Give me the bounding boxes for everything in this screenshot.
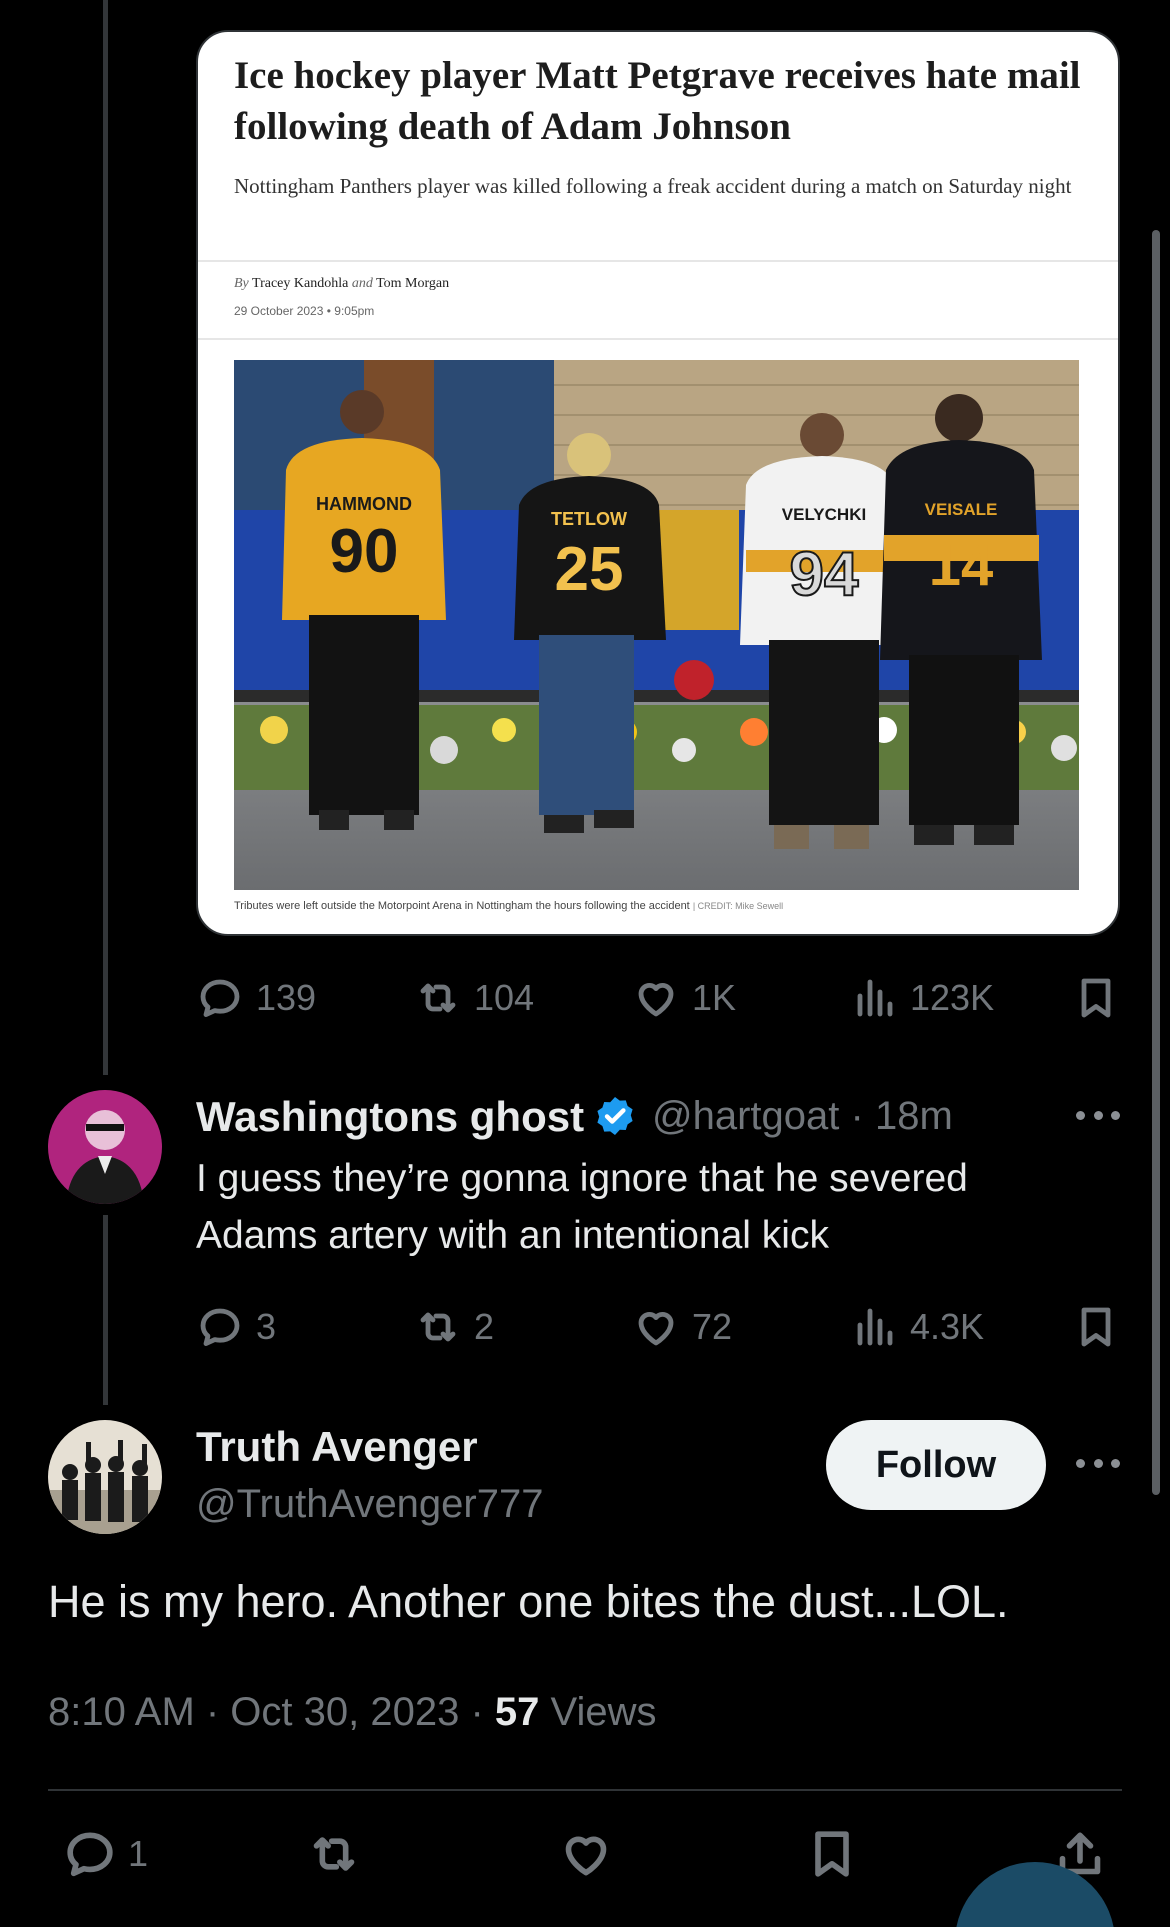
reply-author-handle[interactable]: @hartgoat · 18m bbox=[652, 1094, 953, 1139]
views-count-number: 57 bbox=[494, 1690, 540, 1734]
jersey-name-4: VEISALE bbox=[925, 500, 998, 519]
focused-tweet-text: He is my hero. Another one bites the dus… bbox=[48, 1576, 1009, 1627]
reply-time[interactable]: · 18m bbox=[851, 1094, 953, 1138]
views-icon bbox=[857, 1308, 893, 1346]
author-2: Tom Morgan bbox=[376, 276, 450, 291]
repost-icon bbox=[420, 1312, 456, 1342]
reply-actions: 3 2 72 4.3K bbox=[196, 1297, 1120, 1357]
jersey-name-3: VELYCHKI bbox=[782, 505, 866, 524]
reply-author-name[interactable]: Washingtons ghost bbox=[196, 1093, 584, 1141]
focused-like-button[interactable] bbox=[558, 1826, 614, 1882]
article-standfirst: Nottingham Panthers player was killed fo… bbox=[234, 174, 1072, 198]
reply-handle[interactable]: @hartgoat bbox=[652, 1094, 839, 1138]
thread-connector-top bbox=[103, 0, 108, 1075]
caption-credit: | CREDIT: Mike Sewell bbox=[692, 901, 784, 911]
focused-tweet-meta: 8:10 AM · Oct 30, 2023 · 57 Views bbox=[48, 1690, 657, 1735]
original-post-actions: 139 104 1K 123K bbox=[196, 968, 1120, 1028]
verified-badge-icon bbox=[597, 1097, 633, 1135]
divider bbox=[48, 1789, 1122, 1791]
focused-author-handle[interactable]: @TruthAvenger777 bbox=[196, 1482, 543, 1527]
focused-reply-button[interactable]: 1 bbox=[62, 1826, 148, 1882]
reply-count: 139 bbox=[256, 977, 317, 1018]
byline-prefix: By bbox=[234, 276, 249, 291]
views-label: Views bbox=[539, 1690, 657, 1734]
focused-more-button[interactable] bbox=[1076, 1459, 1120, 1471]
author-1: Tracey Kandohla bbox=[252, 276, 349, 291]
jersey-number-1: 90 bbox=[330, 517, 399, 586]
reply-reply-count: 3 bbox=[256, 1306, 277, 1347]
reply-text: I guess they’re gonna ignore that he sev… bbox=[196, 1157, 968, 1257]
follow-button[interactable]: Follow bbox=[826, 1420, 1046, 1510]
jersey-name-2: TETLOW bbox=[551, 509, 627, 529]
reply-views-count: 4.3K bbox=[910, 1306, 985, 1347]
bookmark-icon bbox=[815, 1831, 849, 1877]
repost-count: 104 bbox=[474, 977, 535, 1018]
repost-button[interactable]: 104 bbox=[414, 968, 534, 1028]
heart-icon bbox=[638, 983, 674, 1017]
article-rule-top bbox=[198, 260, 1118, 262]
focused-reply-count: 1 bbox=[128, 1833, 149, 1874]
article-headline: Ice hockey player Matt Petgrave receives… bbox=[234, 54, 1081, 148]
views-button[interactable]: 123K bbox=[850, 968, 994, 1028]
views-count: 123K bbox=[910, 977, 995, 1018]
focused-bookmark-button[interactable] bbox=[804, 1826, 860, 1882]
repost-icon bbox=[313, 1837, 355, 1871]
reply-icon bbox=[200, 979, 240, 1017]
reply-more-button[interactable] bbox=[1076, 1111, 1120, 1123]
repost-icon bbox=[420, 983, 456, 1013]
thread-connector-reply bbox=[103, 1215, 108, 1405]
views-icon bbox=[857, 979, 893, 1017]
caption-text: Tributes were left outside the Motorpoin… bbox=[234, 900, 690, 912]
avatar-truth-avenger[interactable] bbox=[48, 1420, 162, 1534]
tweet-timestamp[interactable]: 8:10 AM · Oct 30, 2023 · bbox=[48, 1690, 495, 1734]
focused-author-name[interactable]: Truth Avenger bbox=[196, 1423, 478, 1471]
jersey-name-1: HAMMOND bbox=[316, 494, 412, 514]
quoted-article-card[interactable]: Ice hockey player Matt Petgrave receives… bbox=[196, 30, 1120, 936]
reply-like-count: 72 bbox=[692, 1306, 733, 1347]
avatar-washingtons-ghost[interactable] bbox=[48, 1090, 162, 1204]
jersey-number-4: 14 bbox=[929, 533, 994, 598]
photo-caption: Tributes were left outside the Motorpoin… bbox=[234, 900, 783, 912]
article-photo: HAMMOND 90 TETLOW 25 VELYCHKI 94 VEISALE… bbox=[234, 360, 1079, 890]
reply-views-button[interactable]: 4.3K bbox=[850, 1297, 984, 1357]
reply-icon bbox=[200, 1308, 240, 1346]
bookmark-icon bbox=[1081, 978, 1111, 1018]
like-button[interactable]: 1K bbox=[632, 968, 736, 1028]
reply-icon bbox=[67, 1832, 113, 1877]
jersey-number-3: 94 bbox=[790, 540, 859, 609]
article-rule-bottom bbox=[198, 338, 1118, 340]
byline-and: and bbox=[351, 276, 373, 291]
bookmark-button[interactable] bbox=[1072, 968, 1120, 1028]
article-byline: By Tracey Kandohla and Tom Morgan bbox=[234, 276, 449, 292]
like-count: 1K bbox=[692, 977, 737, 1018]
reply-reply-button[interactable]: 3 bbox=[196, 1297, 276, 1357]
reply-repost-button[interactable]: 2 bbox=[414, 1297, 494, 1357]
reply-bookmark-button[interactable] bbox=[1072, 1297, 1120, 1357]
heart-icon bbox=[565, 1836, 607, 1876]
reply-like-button[interactable]: 72 bbox=[632, 1297, 732, 1357]
heart-icon bbox=[638, 1312, 674, 1346]
bookmark-icon bbox=[1081, 1307, 1111, 1347]
focused-repost-button[interactable] bbox=[306, 1826, 362, 1882]
reply-button[interactable]: 139 bbox=[196, 968, 316, 1028]
article-date: 29 October 2023 • 9:05pm bbox=[234, 304, 375, 318]
scrollbar[interactable] bbox=[1152, 230, 1160, 1495]
reply-repost-count: 2 bbox=[474, 1306, 495, 1347]
jersey-number-2: 25 bbox=[555, 535, 624, 604]
